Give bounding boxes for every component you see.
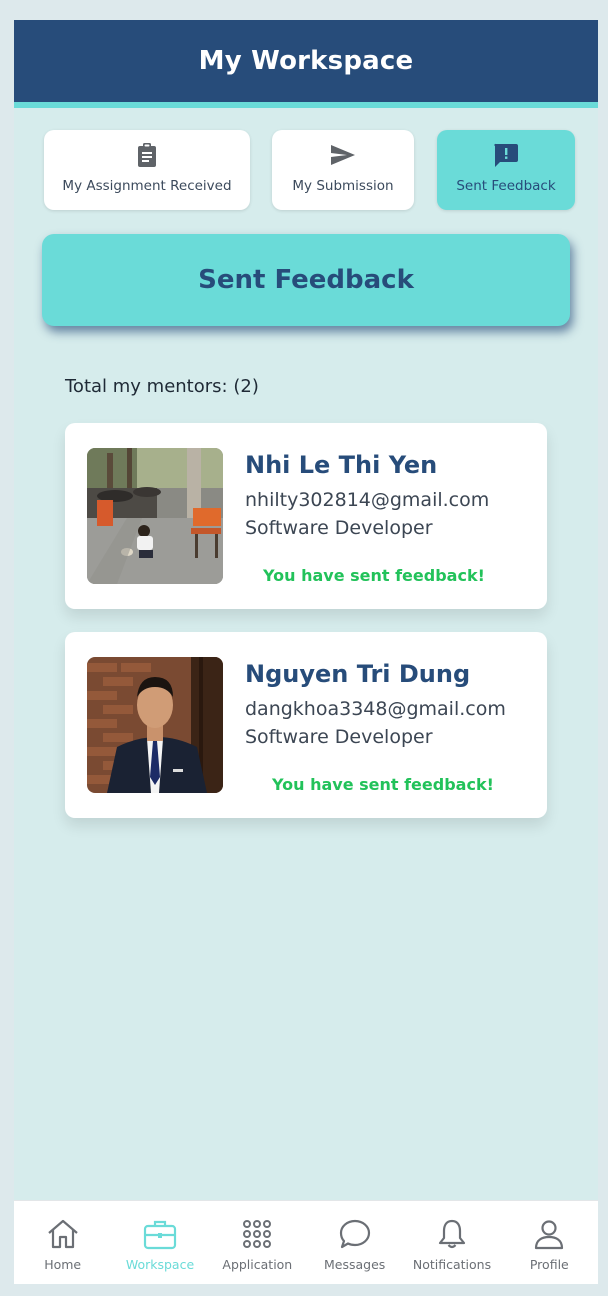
header-accent-stripe [14, 102, 598, 108]
chat-bubble-icon [338, 1217, 372, 1251]
tab-label: My Submission [292, 178, 394, 194]
mentor-photo [87, 448, 223, 584]
user-icon [533, 1217, 565, 1251]
section-title: Sent Feedback [198, 265, 414, 295]
nav-label: Messages [323, 1257, 386, 1272]
nav-workspace[interactable]: Workspace [111, 1201, 208, 1284]
nav-application[interactable]: Application [209, 1201, 306, 1284]
apps-grid-icon [241, 1217, 273, 1251]
nav-messages[interactable]: Messages [306, 1201, 403, 1284]
mentor-card[interactable]: Nguyen Tri Dung dangkhoa3348@gmail.com S… [65, 632, 547, 818]
tab-my-assignment-received[interactable]: My Assignment Received [44, 130, 250, 210]
tab-label: My Assignment Received [62, 178, 232, 194]
nav-label: Notifications [412, 1257, 492, 1272]
phone-screen: My Workspace My Assignment Received My S… [14, 20, 598, 1284]
mentor-email: nhilty302814@gmail.com [245, 489, 490, 511]
nav-label: Home [44, 1257, 82, 1272]
feedback-icon [493, 142, 519, 168]
tab-my-submission[interactable]: My Submission [272, 130, 414, 210]
mentor-count-label: Total my mentors: [65, 376, 228, 397]
tab-label: Sent Feedback [456, 178, 556, 194]
clipboard-icon [135, 142, 159, 168]
section-banner: Sent Feedback [42, 234, 570, 326]
mentor-name: Nhi Le Thi Yen [245, 451, 438, 479]
mentor-name: Nguyen Tri Dung [245, 660, 471, 688]
tab-sent-feedback[interactable]: Sent Feedback [437, 130, 575, 210]
mentor-role: Software Developer [245, 517, 433, 539]
nav-label: Workspace [125, 1257, 195, 1272]
bottom-navigation: Home Workspace Application Messages Noti… [14, 1200, 598, 1284]
mentor-photo [87, 657, 223, 793]
mentor-count-value: (2) [233, 376, 259, 397]
mentor-count-summary: Total my mentors: (2) [65, 376, 259, 397]
mentor-card[interactable]: Nhi Le Thi Yen nhilty302814@gmail.com So… [65, 423, 547, 609]
feedback-status: You have sent feedback! [263, 566, 485, 585]
page-title: My Workspace [198, 46, 414, 76]
send-icon [329, 142, 357, 168]
nav-label: Profile [529, 1257, 569, 1272]
home-icon [46, 1217, 80, 1251]
nav-notifications[interactable]: Notifications [403, 1201, 500, 1284]
feedback-status: You have sent feedback! [272, 775, 494, 794]
app-header: My Workspace [14, 20, 598, 102]
nav-home[interactable]: Home [14, 1201, 111, 1284]
nav-profile[interactable]: Profile [501, 1201, 598, 1284]
briefcase-icon [143, 1217, 177, 1251]
nav-label: Application [222, 1257, 293, 1272]
mentor-role: Software Developer [245, 726, 433, 748]
bell-icon [436, 1217, 468, 1251]
mentor-email: dangkhoa3348@gmail.com [245, 698, 506, 720]
